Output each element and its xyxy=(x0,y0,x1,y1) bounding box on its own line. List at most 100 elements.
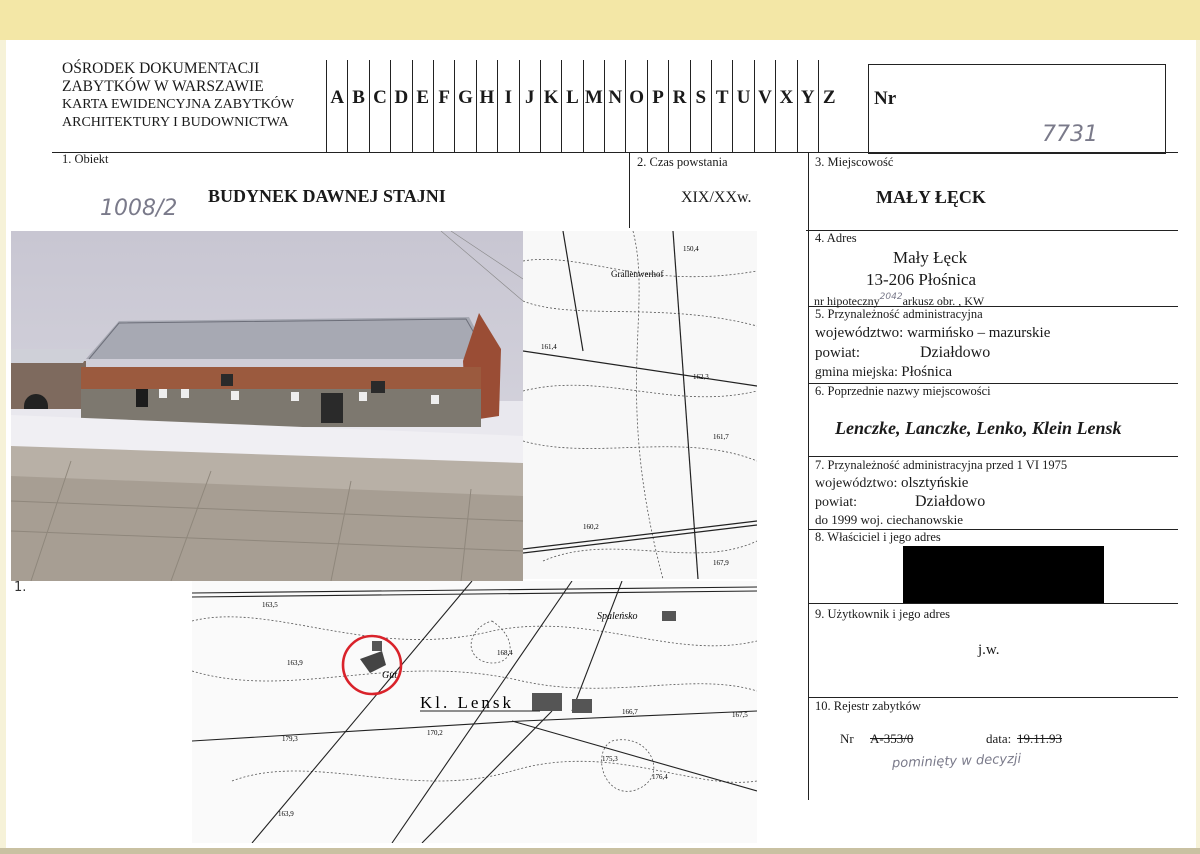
col-divider xyxy=(629,152,630,228)
index-letter: U xyxy=(732,60,753,152)
map-elevation: 163,9 xyxy=(287,659,303,667)
map-elevation: 170,2 xyxy=(427,729,443,737)
index-letter: B xyxy=(347,60,368,152)
row-divider xyxy=(52,152,1178,153)
map-elevation: 162,3 xyxy=(693,373,709,381)
map-elevation: 167,9 xyxy=(713,559,729,567)
org-line-4: ARCHITEKTURY I BUDOWNICTWA xyxy=(62,115,289,130)
index-letter: O xyxy=(625,60,646,152)
col-divider xyxy=(808,152,809,800)
index-letter: T xyxy=(711,60,732,152)
index-letter: Y xyxy=(796,60,818,152)
photo-caption: 1. xyxy=(14,580,27,595)
organization-header: OŚRODEK DOKUMENTACJI ZABYTKÓW W WARSZAWI… xyxy=(62,60,294,132)
nr-handwritten: 7731 xyxy=(1042,122,1098,147)
org-line-1: OŚRODEK DOKUMENTACJI xyxy=(62,60,260,77)
rejestr-nr-value: A-353/0 xyxy=(870,731,914,746)
czas-label: 2. Czas powstania xyxy=(637,155,728,169)
adres-label: 4. Adres xyxy=(815,231,857,245)
index-letter: I xyxy=(497,60,518,152)
przynaleznosc-gmina: gmina miejska: Płośnica xyxy=(815,364,952,381)
woj-label-1975: województwo: xyxy=(815,476,898,491)
obiekt-label: 1. Obiekt xyxy=(62,152,109,166)
map-elevation: 160,2 xyxy=(583,523,599,531)
index-letter: R xyxy=(668,60,689,152)
nr-label: Nr xyxy=(874,88,897,109)
woj-label: województwo: xyxy=(815,325,904,341)
poprzednie-label: 6. Poprzednie nazwy miejscowości xyxy=(815,384,991,398)
index-letter: N xyxy=(604,60,625,152)
topo-map-upper: Grallenwerhof 161,4 150,4 162,3 161,7 16… xyxy=(523,231,757,579)
wlasciciel-label: 8. Właściciel i jego adres xyxy=(815,530,941,544)
map-elevation: 163,5 xyxy=(262,601,278,609)
przynaleznosc-powiat: powiat: Działdowo xyxy=(815,344,990,362)
index-letter: H xyxy=(475,60,497,152)
uzytkownik-value: j.w. xyxy=(978,642,1000,658)
map-label-secondary: Spaleńsko xyxy=(597,611,638,622)
obiekt-value: BUDYNEK DAWNEJ STAJNI xyxy=(208,186,446,206)
index-letter: X xyxy=(775,60,796,152)
czas-value: XIX/XXw. xyxy=(681,189,752,206)
miejscowosc-value: MAŁY ŁĘCK xyxy=(876,187,986,207)
index-letter: E xyxy=(411,60,433,152)
index-letter: V xyxy=(753,60,775,152)
building-photo xyxy=(11,231,523,581)
map-elevation: 176,4 xyxy=(652,773,668,781)
obiekt-handwritten: 1008/2 xyxy=(100,196,178,221)
przed1975-label: 7. Przynależność administracyjna przed 1… xyxy=(815,458,1068,472)
hipoteczny-handwritten: 2042 xyxy=(879,292,903,302)
map-elevation: 167,5 xyxy=(732,711,748,719)
map-label-gut: Gut xyxy=(382,670,397,681)
redacted-owner-block xyxy=(903,546,1104,603)
row-divider xyxy=(808,456,1178,457)
rejestr-data-value: 19.11.93 xyxy=(1017,731,1063,746)
gmina-label: gmina miejska: xyxy=(815,364,898,379)
map-elevation: 175,3 xyxy=(602,755,618,763)
scan-bottom-edge xyxy=(0,848,1200,854)
index-letter: F xyxy=(432,60,454,152)
map-elevation: 179,3 xyxy=(282,735,298,743)
przynaleznosc-label: 5. Przynależność administracyjna xyxy=(815,307,983,321)
gmina-value: Płośnica xyxy=(901,364,953,380)
powiat-label: powiat: xyxy=(815,345,860,361)
index-letter: S xyxy=(689,60,711,152)
woj-value: warmińsko – mazurskie xyxy=(907,325,1051,341)
org-line-2: ZABYTKÓW W WARSZAWIE xyxy=(62,78,264,95)
row-divider xyxy=(806,230,1178,231)
przed1975-woj: województwo: olsztyńskie xyxy=(815,475,968,492)
miejscowosc-label: 3. Miejscowość xyxy=(815,155,894,169)
map-elevation: 166,7 xyxy=(622,708,638,716)
adres-line2: 13-206 Płośnica xyxy=(866,270,977,289)
index-letters: ABCDEFGHIJKLMNOPRSTUVXYZ xyxy=(326,60,839,152)
row-divider xyxy=(808,603,1178,604)
map-elevation: 161,4 xyxy=(541,343,557,351)
map-place-label: Kl. Lensk xyxy=(420,693,514,712)
map-label-north: Grallenwerhof xyxy=(611,269,663,279)
index-letter: C xyxy=(368,60,390,152)
map-elevation: 161,7 xyxy=(713,433,729,441)
index-letter: M xyxy=(582,60,604,152)
map-elevation: 150,4 xyxy=(683,245,699,253)
adres-line1: Mały Łęck xyxy=(893,248,968,267)
powiat-value: Działdowo xyxy=(920,344,991,361)
przed1975-powiat: powiat: Działdowo xyxy=(815,493,985,511)
index-letter: J xyxy=(518,60,540,152)
rejestr-label: 10. Rejestr zabytków xyxy=(815,699,921,713)
hipoteczny-label: nr hipoteczny xyxy=(814,294,880,308)
index-letter: G xyxy=(454,60,475,152)
index-letter: Z xyxy=(817,60,839,152)
przed1975-note: do 1999 woj. ciechanowskie xyxy=(815,512,964,527)
index-letter: K xyxy=(539,60,561,152)
scan-yellow-edge xyxy=(0,0,1200,40)
powiat-label-1975: powiat: xyxy=(815,495,857,510)
map-elevation: 168,4 xyxy=(497,649,513,657)
map-elevation: 163,9 xyxy=(278,810,294,818)
topo-map-lower: Gut Kl. Lensk Spaleńsko 163,5 163,9 168,… xyxy=(192,581,757,843)
org-line-3: KARTA EWIDENCYJNA ZABYTKÓW xyxy=(62,97,295,112)
rejestr-nr-label: Nr xyxy=(840,731,854,746)
index-letter: P xyxy=(646,60,668,152)
powiat-value-1975: Działdowo xyxy=(915,493,986,510)
uzytkownik-label: 9. Użytkownik i jego adres xyxy=(815,607,951,621)
rejestr-data-label: data: xyxy=(986,731,1012,746)
arkusz-label: arkusz obr. , KW xyxy=(902,294,985,308)
